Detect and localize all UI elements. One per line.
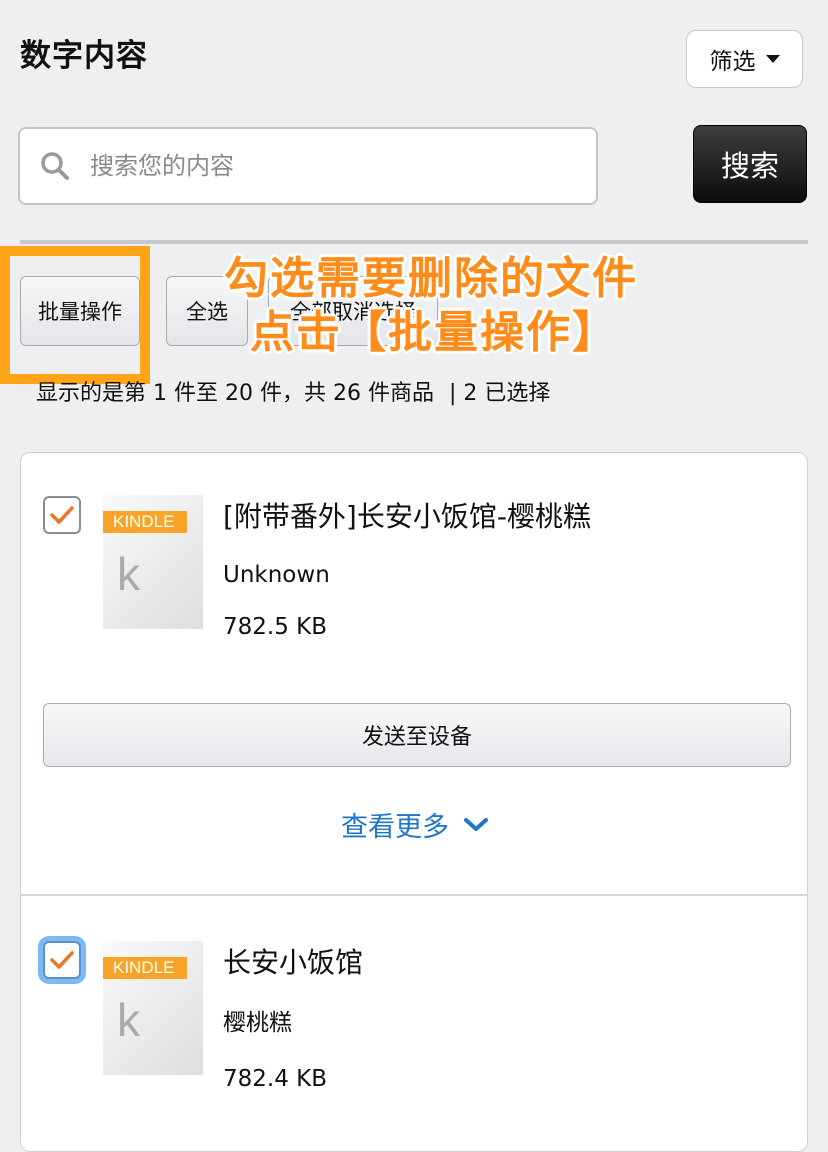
item-author: Unknown	[223, 562, 330, 588]
chevron-down-icon	[464, 817, 488, 831]
filter-label: 筛选	[709, 49, 756, 75]
item-divider	[21, 894, 807, 896]
page-title: 数字内容	[20, 38, 148, 74]
results-status: 显示的是第 1 件至 20 件，共 26 件商品 | 2 已选择	[36, 376, 550, 412]
search-input[interactable]	[88, 151, 552, 181]
item-title[interactable]: 长安小饭馆	[223, 943, 363, 983]
book-cover[interactable]: KINDLE k	[103, 941, 203, 1075]
item-size: 782.5 KB	[223, 614, 328, 640]
kindle-badge: KINDLE	[103, 511, 187, 533]
search-icon	[41, 152, 69, 180]
send-to-device-button[interactable]: 发送至设备	[43, 703, 791, 767]
view-more-link[interactable]: 查看更多	[21, 805, 807, 844]
checkmark-icon	[50, 506, 74, 524]
kindle-letter: k	[117, 548, 140, 600]
item-checkbox[interactable]	[43, 941, 81, 979]
filter-dropdown[interactable]: 筛选	[686, 30, 803, 88]
checkmark-icon	[50, 951, 74, 969]
highlight-frame	[0, 246, 150, 384]
results-range: 显示的是第 1 件至 20 件，共 26 件商品	[36, 381, 434, 406]
divider	[20, 240, 808, 244]
annotation-line-1: 勾选需要删除的文件	[224, 253, 638, 304]
view-more-label: 查看更多	[341, 812, 449, 843]
item-size: 782.4 KB	[223, 1066, 328, 1092]
search-button[interactable]: 搜索	[693, 125, 807, 203]
kindle-letter: k	[117, 994, 140, 1046]
item-checkbox[interactable]	[43, 496, 81, 534]
search-box[interactable]	[18, 127, 598, 205]
book-cover[interactable]: KINDLE k	[103, 495, 203, 629]
content-list: KINDLE k [附带番外]长安小饭馆-樱桃糕 Unknown 782.5 K…	[20, 452, 808, 1152]
item-title[interactable]: [附带番外]长安小饭馆-樱桃糕	[223, 497, 591, 537]
selected-count: | 2 已选择	[448, 381, 551, 406]
caret-down-icon	[765, 55, 780, 63]
item-author: 樱桃糕	[223, 1010, 292, 1036]
annotation-line-2: 点击【批量操作】	[250, 307, 618, 358]
kindle-badge: KINDLE	[103, 957, 187, 979]
